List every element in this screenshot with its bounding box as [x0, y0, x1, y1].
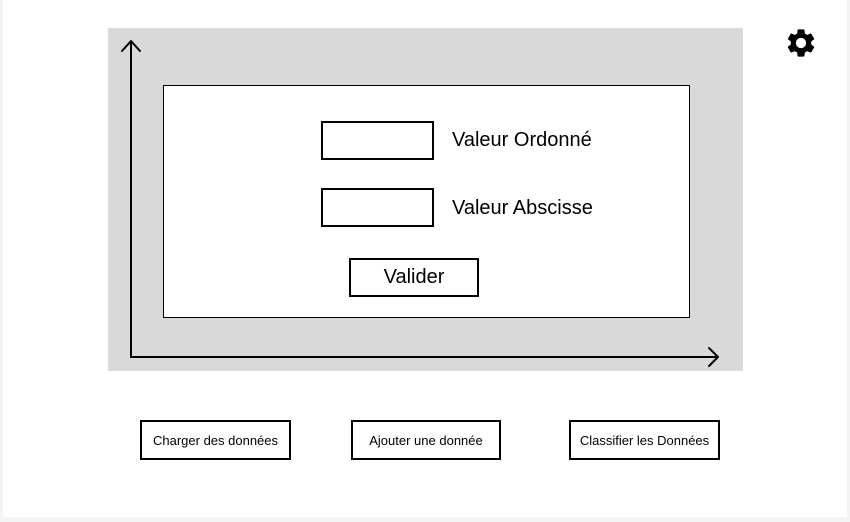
abscissa-input[interactable] [321, 188, 434, 227]
abscissa-label: Valeur Abscisse [452, 197, 593, 219]
ordinate-label: Valeur Ordonné [452, 129, 592, 151]
validate-button[interactable]: Valider [349, 258, 479, 297]
load-data-button[interactable]: Charger des données [140, 420, 291, 460]
add-data-button[interactable]: Ajouter une donnée [351, 420, 501, 460]
classify-data-button[interactable]: Classifier les Données [569, 420, 720, 460]
ordinate-input[interactable] [321, 121, 434, 160]
